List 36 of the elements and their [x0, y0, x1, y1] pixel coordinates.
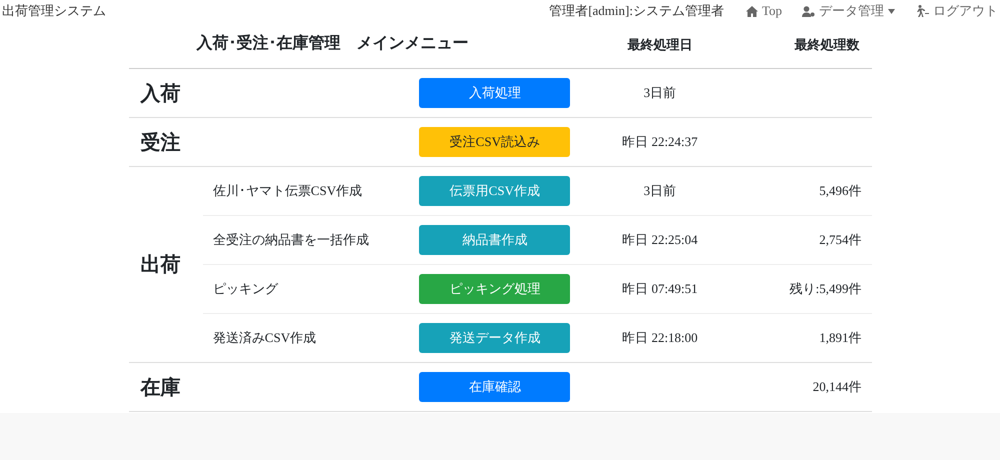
- count-text: 20,144件: [812, 378, 862, 396]
- walking-figure-icon: [915, 5, 929, 17]
- category-label: 在庫: [140, 376, 180, 400]
- home-icon: [746, 6, 758, 16]
- column-header: 最終処理数: [794, 36, 860, 54]
- count-text: 残り:5,499件: [790, 280, 862, 298]
- user-name: 管理者[admin]:システム管理者: [549, 2, 724, 20]
- count-text: 5,496件: [819, 182, 862, 200]
- category-label: 入荷: [140, 82, 180, 106]
- task-label: 佐川･ヤマト伝票CSV作成: [212, 182, 362, 200]
- date-text: 3日前: [644, 84, 676, 102]
- date-text: 昨日 22:25:04: [622, 231, 698, 249]
- task-label: ピッキング: [212, 280, 278, 298]
- logout-link[interactable]: ログアウト: [915, 2, 998, 20]
- action-button[interactable]: 入荷処理: [419, 78, 570, 108]
- action-button[interactable]: 受注CSV読込み: [419, 127, 570, 157]
- task-label: 発送済みCSV作成: [212, 329, 316, 347]
- action-button[interactable]: 発送データ作成: [419, 323, 570, 353]
- date-text: 昨日 22:18:00: [622, 329, 698, 347]
- count-text: 2,754件: [819, 231, 862, 249]
- action-button[interactable]: 納品書作成: [419, 225, 570, 255]
- date-text: 昨日 07:49:51: [622, 280, 698, 298]
- menu-link[interactable]: データ管理: [802, 2, 895, 20]
- page-title: 入荷･受注･在庫管理 メインメニュー: [196, 33, 468, 54]
- category-label: 受注: [140, 130, 180, 156]
- top-link[interactable]: Top: [746, 3, 782, 19]
- action-button[interactable]: ピッキング処理: [419, 274, 570, 304]
- category-label: 出荷: [140, 253, 180, 278]
- date-text: 3日前: [644, 182, 676, 200]
- date-text: 昨日 22:24:37: [622, 133, 698, 151]
- action-button[interactable]: 在庫確認: [419, 372, 570, 402]
- column-header: 最終処理日: [627, 36, 692, 54]
- action-button[interactable]: 伝票用CSV作成: [419, 176, 570, 206]
- app-brand[interactable]: 出荷管理システム: [2, 2, 550, 20]
- count-text: 1,891件: [819, 329, 862, 347]
- task-label: 全受注の納品書を一括作成: [212, 231, 369, 249]
